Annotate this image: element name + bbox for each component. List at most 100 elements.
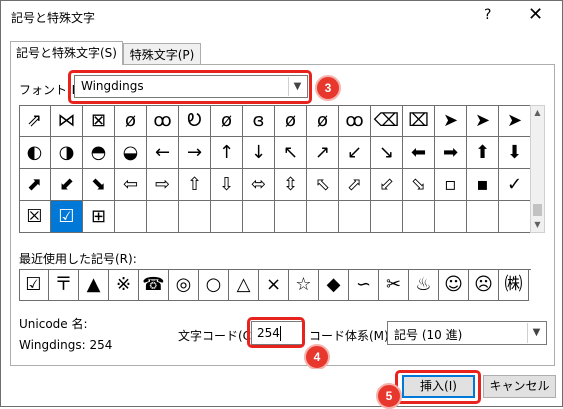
symbol-cell[interactable]: ⌧ bbox=[403, 105, 435, 137]
cancel-button[interactable]: キャンセル bbox=[483, 375, 556, 398]
symbol-cell[interactable]: ◑ bbox=[51, 137, 83, 169]
symbol-cell[interactable]: ⬃ bbox=[371, 169, 403, 201]
highlight-font-select bbox=[68, 70, 312, 104]
symbol-cell[interactable]: ➤ bbox=[499, 105, 531, 137]
recent-symbol-cell[interactable]: ☆ bbox=[289, 269, 319, 301]
recent-symbol-cell[interactable]: ○ bbox=[199, 269, 229, 301]
recent-symbol-cell[interactable]: ㈱ bbox=[499, 269, 529, 301]
symbol-cell[interactable]: ø bbox=[115, 105, 147, 137]
symbol-cell[interactable]: ⇳ bbox=[275, 169, 307, 201]
symbol-grid-scrollbar[interactable]: ▲ ▼ bbox=[530, 105, 545, 233]
symbol-cell[interactable]: ⇧ bbox=[179, 169, 211, 201]
symbol-cell[interactable]: Ꭷ bbox=[179, 105, 211, 137]
symbol-cell[interactable]: ↗ bbox=[307, 137, 339, 169]
recent-symbol-cell[interactable]: ☑ bbox=[19, 269, 49, 301]
symbol-cell[interactable] bbox=[339, 201, 371, 233]
symbol-cell[interactable]: ▪ bbox=[467, 169, 499, 201]
symbol-cell[interactable]: ⬇ bbox=[499, 137, 531, 169]
code-system-value: 記号 (10 進) bbox=[394, 328, 463, 342]
symbol-cell[interactable]: → bbox=[179, 137, 211, 169]
recent-symbol-cell[interactable]: △ bbox=[229, 269, 259, 301]
window-title: 記号と特殊文字 bbox=[11, 11, 96, 25]
symbol-cell[interactable]: ⬅ bbox=[403, 137, 435, 169]
symbol-cell[interactable]: ⬀ bbox=[339, 169, 371, 201]
symbol-cell[interactable]: ➡ bbox=[435, 137, 467, 169]
symbol-cell[interactable]: ↑ bbox=[211, 137, 243, 169]
tab-symbols[interactable]: 記号と特殊文字(S) bbox=[10, 41, 123, 65]
symbol-cell[interactable]: ø bbox=[211, 105, 243, 137]
symbol-cell[interactable]: ⌫ bbox=[371, 105, 403, 137]
recent-symbol-cell[interactable]: ◎ bbox=[169, 269, 199, 301]
scroll-down-icon[interactable]: ▼ bbox=[531, 218, 544, 232]
symbol-cell[interactable]: ⋈ bbox=[51, 105, 83, 137]
symbol-cell[interactable] bbox=[435, 201, 467, 233]
scroll-thumb[interactable] bbox=[533, 204, 542, 216]
symbol-cell[interactable] bbox=[147, 201, 179, 233]
callout-badge-4: 4 bbox=[304, 344, 330, 370]
symbol-cell[interactable]: ø bbox=[275, 105, 307, 137]
symbol-cell[interactable] bbox=[275, 201, 307, 233]
symbol-cell[interactable] bbox=[307, 201, 339, 233]
symbol-cell[interactable]: ➤ bbox=[467, 105, 499, 137]
recent-symbol-cell[interactable]: ▲ bbox=[79, 269, 109, 301]
recent-symbol-cell[interactable]: 〒 bbox=[49, 269, 79, 301]
symbol-cell[interactable]: ↘ bbox=[371, 137, 403, 169]
symbol-cell[interactable]: ◐ bbox=[19, 137, 51, 169]
symbol-cell[interactable] bbox=[499, 201, 531, 233]
symbol-cell[interactable] bbox=[179, 201, 211, 233]
symbol-cell[interactable]: ⊠ bbox=[83, 105, 115, 137]
symbol-cell[interactable]: ◓ bbox=[83, 137, 115, 169]
recent-symbol-cell[interactable]: ◆ bbox=[319, 269, 349, 301]
symbol-cell[interactable]: ꝏ bbox=[339, 105, 371, 137]
recent-symbol-cell[interactable]: ∽ bbox=[349, 269, 379, 301]
highlight-char-code bbox=[247, 317, 305, 348]
symbol-cell[interactable]: ← bbox=[147, 137, 179, 169]
symbol-cell[interactable]: ⬈ bbox=[19, 169, 51, 201]
symbol-cell[interactable]: ø bbox=[307, 105, 339, 137]
tab-special-characters[interactable]: 特殊文字(P) bbox=[123, 43, 201, 65]
symbol-cell[interactable]: ⬁ bbox=[307, 169, 339, 201]
symbol-cell[interactable]: ⊞ bbox=[83, 201, 115, 233]
symbol-cell[interactable]: ꝏ bbox=[147, 105, 179, 137]
symbol-cell[interactable]: ⬆ bbox=[467, 137, 499, 169]
symbol-cell[interactable]: ◒ bbox=[115, 137, 147, 169]
symbol-cell[interactable]: ☑ bbox=[51, 201, 83, 233]
symbol-cell[interactable] bbox=[467, 201, 499, 233]
recent-symbol-cell[interactable]: ☎ bbox=[139, 269, 169, 301]
recent-symbol-cell[interactable]: ☹ bbox=[469, 269, 499, 301]
callout-badge-5: 5 bbox=[376, 383, 402, 409]
code-system-select[interactable]: 記号 (10 進) ▼ bbox=[387, 321, 547, 345]
symbol-cell[interactable] bbox=[403, 201, 435, 233]
symbol-cell[interactable]: ⇗ bbox=[19, 105, 51, 137]
symbol-cell[interactable]: ⇩ bbox=[211, 169, 243, 201]
recent-symbol-cell[interactable]: ☺ bbox=[439, 269, 469, 301]
symbol-cell[interactable]: ✓ bbox=[499, 169, 531, 201]
recent-symbol-cell[interactable]: ※ bbox=[109, 269, 139, 301]
symbol-cell[interactable]: ↙ bbox=[339, 137, 371, 169]
recent-symbol-cell[interactable]: ✂ bbox=[379, 269, 409, 301]
symbol-cell[interactable]: ɞ bbox=[243, 105, 275, 137]
symbol-cell[interactable] bbox=[243, 201, 275, 233]
symbol-cell[interactable]: ⇨ bbox=[147, 169, 179, 201]
scroll-up-icon[interactable]: ▲ bbox=[531, 106, 544, 120]
symbol-cell[interactable]: ☒ bbox=[19, 201, 51, 233]
symbol-grid: ⇗ ⋈ ⊠ ø ꝏ Ꭷø ɞ ø ø ꝏ ⌫ ⌧ ➤ ➤ ➤ ◐ ◑ ◓ ◒ ← → ↑ ↓ ↖ ↗ ↙ ↘ ⬅ ➡ ⬆ ⬇ ⬈ ⬋ ⬊ ⇦ ⇨ ⇧ ⇩ ⬄… bbox=[19, 105, 531, 233]
symbol-cell[interactable]: ↖ bbox=[275, 137, 307, 169]
symbol-cell[interactable]: ⬊ bbox=[83, 169, 115, 201]
recent-symbol-cell[interactable]: × bbox=[259, 269, 289, 301]
symbol-cell[interactable]: ⬂ bbox=[403, 169, 435, 201]
symbol-cell[interactable]: ↓ bbox=[243, 137, 275, 169]
symbol-cell[interactable] bbox=[211, 201, 243, 233]
symbol-cell[interactable]: ⬋ bbox=[51, 169, 83, 201]
close-button[interactable]: ✕ bbox=[528, 4, 543, 25]
symbol-cell[interactable]: ▫ bbox=[435, 169, 467, 201]
symbol-cell[interactable] bbox=[115, 201, 147, 233]
symbol-cell[interactable]: ⬄ bbox=[243, 169, 275, 201]
symbol-cell[interactable]: ⇦ bbox=[115, 169, 147, 201]
symbol-cell[interactable] bbox=[371, 201, 403, 233]
recent-symbols-label: 最近使用した記号(R): bbox=[19, 252, 137, 266]
chevron-down-icon[interactable]: ▼ bbox=[527, 323, 545, 343]
symbol-cell[interactable]: ➤ bbox=[435, 105, 467, 137]
recent-symbol-cell[interactable]: ♨ bbox=[409, 269, 439, 301]
help-button[interactable]: ? bbox=[484, 7, 491, 23]
